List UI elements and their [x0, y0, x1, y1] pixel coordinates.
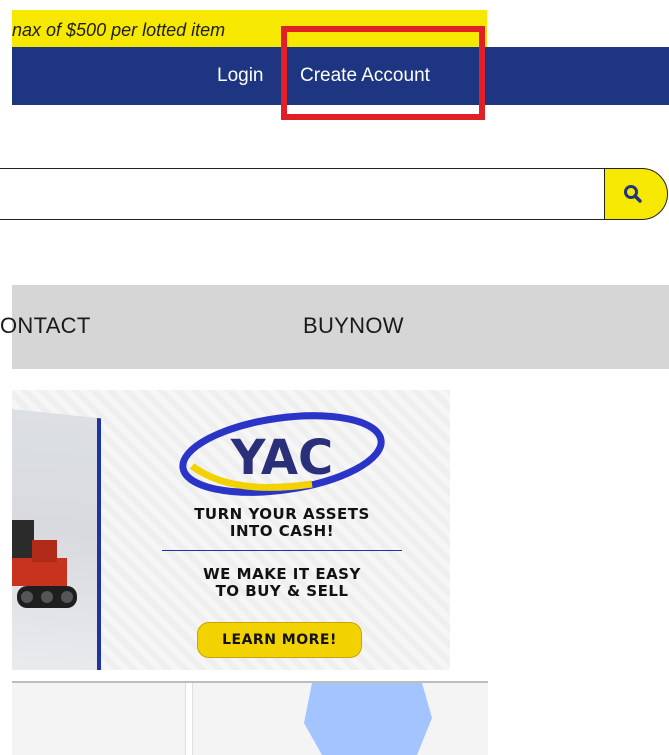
- promo-banner[interactable]: YAC TURN YOUR ASSETS INTO CASH! WE MAKE …: [12, 390, 450, 670]
- main-menu: ONTACT BUYNOW: [0, 285, 669, 369]
- yac-logo: YAC: [179, 412, 385, 496]
- banner-subline-1: WE MAKE IT EASY: [203, 565, 361, 583]
- logo-text: YAC: [230, 430, 334, 486]
- tractor-image: [12, 520, 77, 608]
- learn-more-button[interactable]: LEARN MORE!: [197, 622, 362, 658]
- search-bar: [0, 168, 669, 222]
- banner-subline-2: TO BUY & SELL: [215, 582, 349, 600]
- login-link[interactable]: Login: [217, 65, 264, 87]
- menu-item-contact[interactable]: ONTACT: [0, 313, 91, 339]
- banner-divider: [162, 550, 402, 551]
- menu-item-buynow[interactable]: BUYNOW: [303, 313, 404, 339]
- notice-text: nax of $500 per lotted item: [12, 20, 226, 40]
- map-view[interactable]: [12, 681, 488, 755]
- banner-headline-1: TURN YOUR ASSETS: [194, 505, 370, 523]
- search-button[interactable]: [604, 168, 668, 220]
- map-region-shape: [304, 683, 432, 755]
- highlight-box: [281, 26, 485, 120]
- search-icon: [624, 185, 642, 203]
- banner-headline-2: INTO CASH!: [229, 522, 335, 540]
- search-input[interactable]: [0, 168, 605, 220]
